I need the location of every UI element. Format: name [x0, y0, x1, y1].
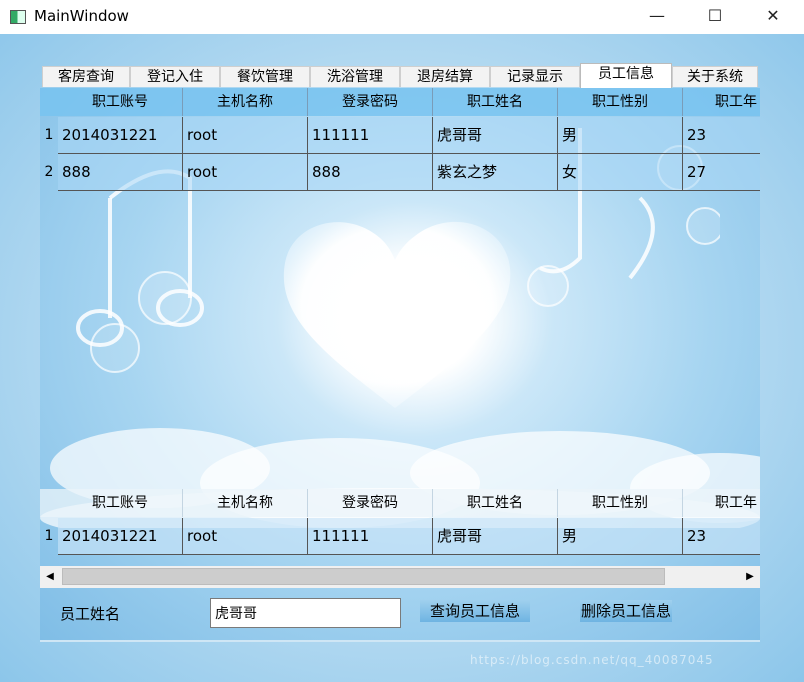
table-cell[interactable]: 女 — [558, 154, 683, 191]
table-cell[interactable]: 紫玄之梦 — [433, 154, 558, 191]
close-button[interactable]: ✕ — [744, 0, 802, 34]
window-title: MainWindow — [34, 7, 129, 25]
staff-name-input[interactable] — [210, 598, 401, 628]
horizontal-scrollbar[interactable]: ◀ ▶ — [40, 566, 760, 588]
column-header-name[interactable]: 职工姓名 — [433, 489, 558, 517]
scroll-left-icon[interactable]: ◀ — [40, 566, 60, 588]
table-cell[interactable]: root — [183, 154, 308, 191]
table-cell[interactable]: 111111 — [308, 117, 433, 154]
table-cell[interactable]: 27 — [683, 154, 760, 191]
tab-staff-info[interactable]: 员工信息 — [580, 63, 672, 88]
table-cell[interactable]: root — [183, 117, 308, 154]
table-cell[interactable]: 23 — [683, 117, 760, 154]
query-staff-button[interactable]: 查询员工信息 — [420, 600, 530, 622]
column-header-gender[interactable]: 职工性别 — [558, 88, 683, 116]
panel-bottom-edge — [40, 640, 760, 642]
table-cell[interactable]: 111111 — [308, 518, 433, 555]
table-cell[interactable]: 男 — [558, 117, 683, 154]
row-number[interactable]: 1 — [40, 518, 58, 555]
scrollbar-thumb[interactable] — [62, 568, 665, 585]
tab-bar: 客房查询 登记入住 餐饮管理 洗浴管理 退房结算 记录显示 员工信息 关于系统 — [42, 63, 758, 88]
scroll-right-icon[interactable]: ▶ — [740, 566, 760, 588]
tab-bath[interactable]: 洗浴管理 — [310, 66, 400, 87]
column-header-account[interactable]: 职工账号 — [58, 489, 183, 517]
table-cell[interactable]: 虎哥哥 — [433, 518, 558, 555]
tab-checkout[interactable]: 退房结算 — [400, 66, 490, 87]
table-cell[interactable]: 2014031221 — [58, 117, 183, 154]
staff-name-label: 员工姓名 — [60, 605, 121, 623]
minimize-button[interactable]: — — [628, 0, 686, 34]
tab-records[interactable]: 记录显示 — [490, 66, 580, 87]
column-header-account[interactable]: 职工账号 — [58, 88, 183, 116]
table-cell[interactable]: 男 — [558, 518, 683, 555]
table-cell[interactable]: 虎哥哥 — [433, 117, 558, 154]
tab-room-query[interactable]: 客房查询 — [42, 66, 130, 87]
watermark-text: https://blog.csdn.net/qq_40087045 — [470, 653, 714, 667]
table-cell[interactable]: 888 — [58, 154, 183, 191]
column-header-age[interactable]: 职工年 — [683, 88, 760, 116]
column-header-gender[interactable]: 职工性别 — [558, 489, 683, 517]
maximize-button[interactable]: ☐ — [686, 0, 744, 34]
staff-table-all: 职工账号 主机名称 登录密码 职工姓名 职工性别 职工年 1 201403122… — [40, 88, 760, 191]
staff-info-panel: 职工账号 主机名称 登录密码 职工姓名 职工性别 职工年 1 201403122… — [40, 88, 760, 640]
column-header-host[interactable]: 主机名称 — [183, 88, 308, 116]
table-cell[interactable]: 2014031221 — [58, 518, 183, 555]
row-number[interactable]: 1 — [40, 117, 58, 154]
heart-cloud-image — [283, 221, 511, 408]
column-header-host[interactable]: 主机名称 — [183, 489, 308, 517]
column-header-password[interactable]: 登录密码 — [308, 489, 433, 517]
tab-about[interactable]: 关于系统 — [672, 66, 758, 87]
column-header-password[interactable]: 登录密码 — [308, 88, 433, 116]
column-header-age[interactable]: 职工年 — [683, 489, 760, 517]
app-window-icon — [10, 10, 26, 24]
table-cell[interactable]: 888 — [308, 154, 433, 191]
row-number[interactable]: 2 — [40, 154, 58, 191]
staff-table-search-result: 职工账号 主机名称 登录密码 职工姓名 职工性别 职工年 1 201403122… — [40, 489, 760, 559]
table-cell[interactable]: root — [183, 518, 308, 555]
tab-dining[interactable]: 餐饮管理 — [220, 66, 310, 87]
table-cell[interactable]: 23 — [683, 518, 760, 555]
column-header-name[interactable]: 职工姓名 — [433, 88, 558, 116]
title-bar: MainWindow — ☐ ✕ — [0, 0, 804, 34]
tab-check-in[interactable]: 登记入住 — [130, 66, 220, 87]
delete-staff-button[interactable]: 删除员工信息 — [580, 600, 672, 622]
